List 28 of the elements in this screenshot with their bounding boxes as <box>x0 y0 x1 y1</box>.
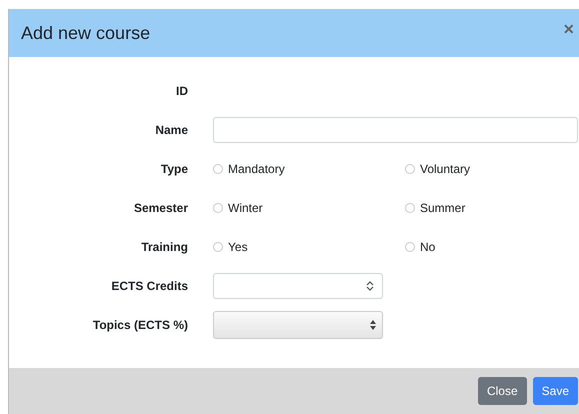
input-field[interactable] <box>213 116 578 142</box>
number-field[interactable] <box>213 272 383 298</box>
field-label: ID <box>175 84 188 98</box>
dialog-title: Add new course <box>21 22 150 44</box>
option-label: Yes <box>228 240 248 254</box>
field-label: ECTS Credits <box>110 278 188 292</box>
option-label: Voluntary <box>420 162 470 176</box>
field-label: Type <box>160 162 188 176</box>
field-label: Training <box>140 240 188 254</box>
radio-button[interactable] <box>213 202 223 212</box>
close-button[interactable]: Close <box>478 377 527 405</box>
sort-arrows-icon <box>370 320 376 330</box>
radio-button[interactable] <box>213 242 223 252</box>
save-button[interactable]: Save <box>532 377 578 405</box>
field-label: Semester <box>132 200 188 214</box>
close-button[interactable]: × <box>563 20 574 38</box>
radio-button[interactable] <box>405 242 415 252</box>
option-label: Winter <box>228 200 263 214</box>
option-label: No <box>420 240 436 254</box>
select-dropdown[interactable] <box>213 310 383 338</box>
option-label: Mandatory <box>228 162 285 176</box>
radio-button[interactable] <box>405 202 415 212</box>
field-label: Topics (ECTS %) <box>92 318 188 332</box>
radio-button[interactable] <box>213 164 223 174</box>
spinner-icon[interactable] <box>366 280 374 292</box>
field-label: Name <box>154 122 188 136</box>
option-label: Summer <box>420 200 466 214</box>
radio-button[interactable] <box>405 164 415 174</box>
